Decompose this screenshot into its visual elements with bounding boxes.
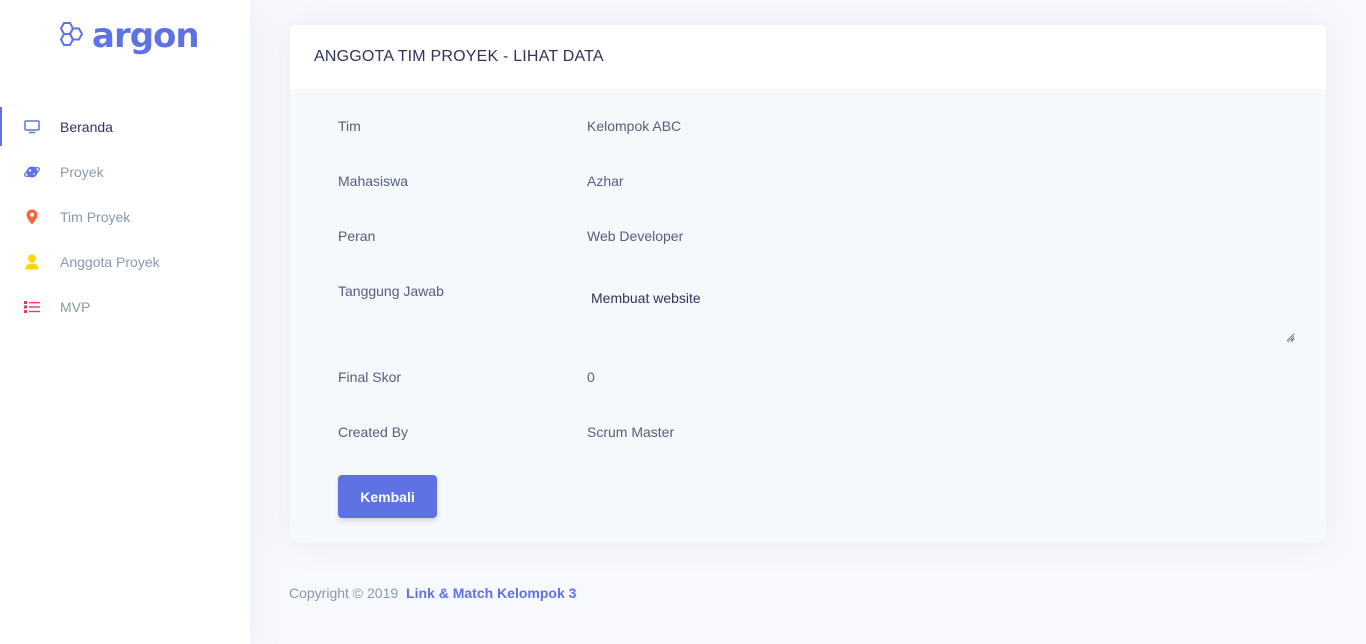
field-label: Tanggung Jawab [338, 283, 444, 299]
field-row-mahasiswa: Mahasiswa Azhar [338, 173, 624, 189]
card-header: ANGGOTA TIM PROYEK - LIHAT DATA [290, 25, 1326, 90]
sidebar: argon Beranda Proyek Tim Proyek Anggota … [0, 0, 250, 644]
field-value: Kelompok ABC [587, 118, 682, 134]
field-label: Tim [338, 118, 361, 134]
footer-link[interactable]: Link & Match Kelompok 3 [406, 585, 576, 601]
list-icon [24, 299, 40, 315]
brand-name: argon [92, 16, 200, 56]
brand-logo[interactable]: argon [56, 16, 200, 56]
sidebar-item-label: Anggota Proyek [60, 253, 160, 270]
field-row-tanggung-jawab: Tanggung Jawab [338, 283, 587, 299]
field-row-peran: Peran Web Developer [338, 228, 683, 244]
footer: Copyright © 2019 Link & Match Kelompok 3 [289, 585, 576, 601]
sidebar-item-tim-proyek[interactable]: Tim Proyek [0, 194, 250, 239]
field-value: Scrum Master [587, 424, 675, 440]
field-label: Final Skor [338, 369, 402, 385]
sidebar-item-proyek[interactable]: Proyek [0, 149, 250, 194]
field-value: Azhar [587, 173, 624, 189]
sidebar-item-label: Tim Proyek [60, 208, 131, 225]
field-row-created-by: Created By Scrum Master [338, 424, 674, 440]
field-value: 0 [587, 369, 595, 385]
field-value: Web Developer [587, 228, 684, 244]
sidebar-item-mvp[interactable]: MVP [0, 284, 250, 329]
copyright-text: Copyright © 2019 [289, 585, 399, 601]
detail-card: ANGGOTA TIM PROYEK - LIHAT DATA Tim Kelo… [290, 25, 1326, 542]
field-label: Mahasiswa [338, 173, 409, 189]
hexagon-logo-icon [56, 21, 84, 52]
sidebar-item-beranda[interactable]: Beranda [0, 104, 250, 149]
field-label: Peran [338, 228, 376, 244]
page-title: ANGGOTA TIM PROYEK - LIHAT DATA [314, 48, 604, 65]
field-row-tim: Tim Kelompok ABC [338, 118, 681, 134]
sidebar-item-anggota-proyek[interactable]: Anggota Proyek [0, 239, 250, 284]
resize-grip-icon[interactable] [1287, 330, 1295, 343]
sidebar-item-label: MVP [60, 298, 91, 315]
planet-icon [24, 164, 40, 180]
kembali-button[interactable]: Kembali [338, 475, 437, 518]
tanggung-jawab-textarea[interactable]: Membuat website [586, 278, 1295, 342]
field-row-final-skor: Final Skor 0 [338, 369, 595, 385]
sidebar-nav: Beranda Proyek Tim Proyek Anggota Proyek… [0, 104, 250, 329]
tv-icon [24, 119, 40, 135]
pin-icon [24, 209, 40, 225]
sidebar-item-label: Beranda [60, 118, 113, 135]
user-icon [24, 254, 40, 270]
sidebar-item-label: Proyek [60, 163, 104, 180]
field-label: Created By [338, 424, 409, 440]
